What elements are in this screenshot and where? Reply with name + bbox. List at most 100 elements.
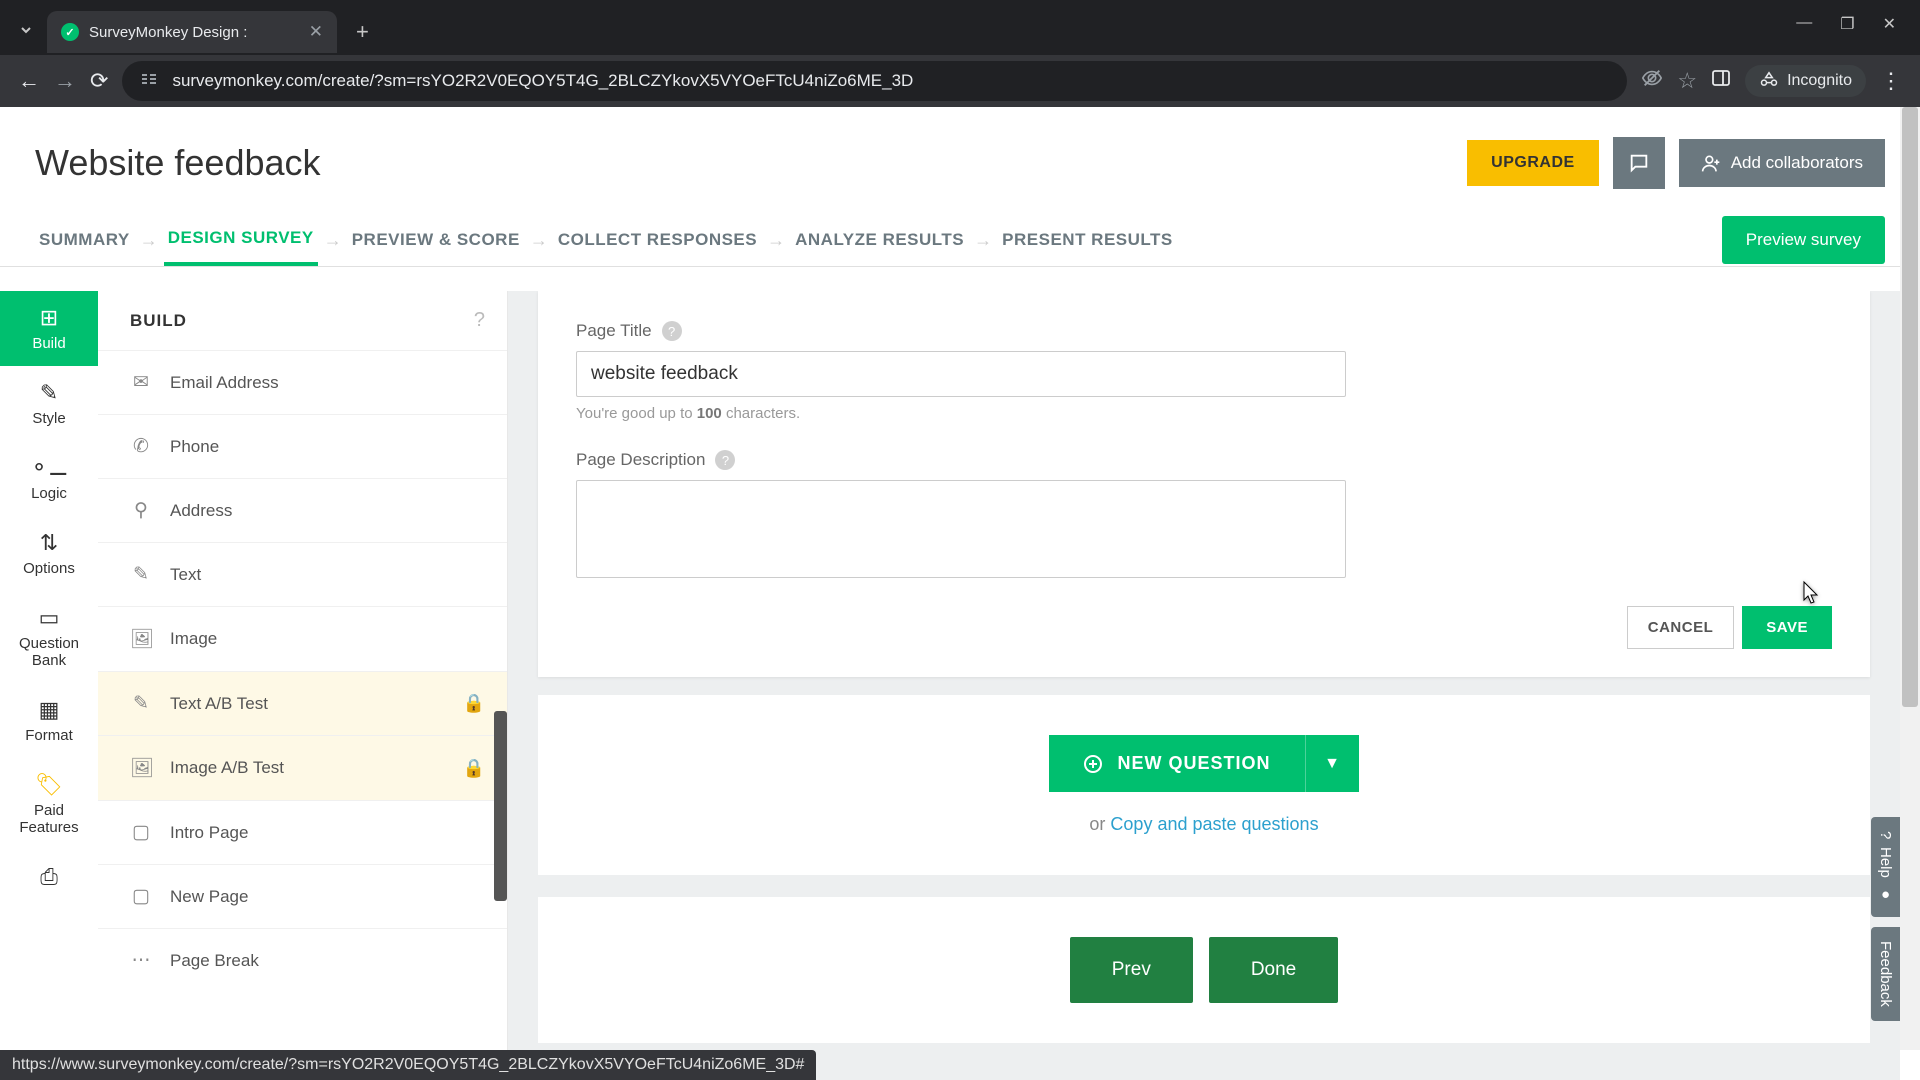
- page-scrollbar[interactable]: [1900, 107, 1920, 1050]
- rail-print[interactable]: ⎙: [0, 850, 98, 904]
- back-icon[interactable]: ←: [18, 68, 40, 94]
- image-icon: 🖼: [130, 627, 152, 651]
- workflow-nav: SUMMARY → DESIGN SURVEY → PREVIEW & SCOR…: [0, 214, 1920, 267]
- help-icon[interactable]: ?: [715, 450, 735, 470]
- build-item-email[interactable]: ✉Email Address: [98, 350, 507, 414]
- save-button[interactable]: SAVE: [1742, 606, 1832, 649]
- style-icon: ✎: [40, 380, 58, 406]
- rail-style[interactable]: ✎Style: [0, 366, 98, 441]
- rail-logic[interactable]: ⚬⚊Logic: [0, 441, 98, 516]
- page-edit-card: Page Title? You're good up to 100 charac…: [538, 291, 1870, 677]
- build-item-new-page[interactable]: ▢New Page: [98, 864, 507, 928]
- add-collaborators-button[interactable]: Add collaborators: [1679, 139, 1885, 187]
- left-rail: ⊞Build ✎Style ⚬⚊Logic ⇅Options ▭Question…: [0, 291, 98, 1080]
- upgrade-button[interactable]: UPGRADE: [1467, 140, 1599, 186]
- help-side-tab[interactable]: ? Help ●: [1871, 817, 1900, 917]
- logic-icon: ⚬⚊: [30, 455, 68, 481]
- comments-button[interactable]: [1613, 137, 1665, 189]
- new-question-dropdown[interactable]: ▼: [1305, 735, 1359, 792]
- page-description-input[interactable]: [576, 480, 1346, 578]
- build-item-text-ab[interactable]: ✎Text A/B Test🔒: [98, 671, 507, 735]
- url-text: surveymonkey.com/create/?sm=rsYO2R2V0EQO…: [172, 71, 913, 91]
- page-description-label: Page Description?: [576, 450, 1832, 470]
- build-item-image[interactable]: 🖼Image: [98, 606, 507, 671]
- chevron-right-icon: →: [140, 230, 158, 251]
- address-bar: ← → ⟳ surveymonkey.com/create/?sm=rsYO2R…: [0, 55, 1920, 107]
- help-icon[interactable]: ?: [662, 321, 682, 341]
- preview-survey-button[interactable]: Preview survey: [1722, 216, 1885, 264]
- build-item-phone[interactable]: ✆Phone: [98, 414, 507, 478]
- close-tab-icon[interactable]: ✕: [309, 22, 323, 42]
- incognito-badge[interactable]: Incognito: [1745, 65, 1866, 97]
- paid-icon: 🏷: [35, 772, 63, 798]
- build-item-text[interactable]: ✎Text: [98, 542, 507, 606]
- tab-collect-responses[interactable]: COLLECT RESPONSES: [554, 216, 761, 264]
- forward-icon: →: [54, 68, 76, 94]
- site-settings-icon[interactable]: [140, 70, 158, 93]
- new-page-icon: ▢: [130, 885, 152, 908]
- address-icon: ⚲: [130, 499, 152, 522]
- survey-title[interactable]: Website feedback: [35, 142, 321, 184]
- surveymonkey-favicon-icon: ✓: [61, 23, 79, 41]
- tab-analyze-results[interactable]: ANALYZE RESULTS: [791, 216, 968, 264]
- rail-build[interactable]: ⊞Build: [0, 291, 98, 366]
- text-icon: ✎: [130, 563, 152, 586]
- cancel-button[interactable]: CANCEL: [1627, 606, 1735, 649]
- build-icon: ⊞: [40, 305, 58, 331]
- page-title-input[interactable]: [576, 351, 1346, 397]
- add-user-icon: [1701, 153, 1721, 173]
- prev-button[interactable]: Prev: [1070, 937, 1193, 1003]
- tab-present-results[interactable]: PRESENT RESULTS: [998, 216, 1177, 264]
- build-item-image-ab[interactable]: 🖼Image A/B Test🔒: [98, 735, 507, 800]
- plus-circle-icon: [1083, 754, 1103, 774]
- incognito-icon: [1759, 71, 1779, 91]
- editor-canvas: Page Title? You're good up to 100 charac…: [508, 291, 1900, 1080]
- url-field[interactable]: surveymonkey.com/create/?sm=rsYO2R2V0EQO…: [122, 61, 1627, 101]
- survey-header: Website feedback UPGRADE Add collaborato…: [0, 107, 1920, 214]
- maximize-icon[interactable]: ❐: [1840, 14, 1854, 34]
- help-icon[interactable]: ?: [474, 309, 485, 332]
- tab-summary[interactable]: SUMMARY: [35, 216, 134, 264]
- build-item-page-break[interactable]: ⋯Page Break: [98, 928, 507, 992]
- tab-preview-score[interactable]: PREVIEW & SCORE: [348, 216, 524, 264]
- new-tab-button[interactable]: +: [342, 19, 383, 45]
- phone-icon: ✆: [130, 435, 152, 458]
- build-panel-scrollbar[interactable]: [494, 711, 507, 901]
- bookmark-star-icon[interactable]: ☆: [1677, 68, 1697, 94]
- format-icon: ▦: [39, 697, 60, 723]
- rail-question-bank[interactable]: ▭Question Bank: [0, 591, 98, 683]
- reload-icon[interactable]: ⟳: [90, 68, 108, 94]
- eye-off-icon[interactable]: [1641, 67, 1663, 95]
- rail-paid-features[interactable]: 🏷Paid Features: [0, 758, 98, 850]
- done-button[interactable]: Done: [1209, 937, 1338, 1003]
- side-panel-icon[interactable]: [1711, 68, 1731, 94]
- feedback-side-tab[interactable]: Feedback: [1871, 927, 1900, 1021]
- close-window-icon[interactable]: ✕: [1883, 14, 1896, 34]
- chrome-menu-icon[interactable]: ⋮: [1880, 68, 1902, 94]
- text-ab-icon: ✎: [130, 692, 152, 715]
- page-content: Website feedback UPGRADE Add collaborato…: [0, 107, 1920, 1080]
- page-break-icon: ⋯: [130, 949, 152, 972]
- minimize-icon[interactable]: —: [1796, 14, 1812, 34]
- print-icon: ⎙: [40, 864, 58, 890]
- copy-paste-link[interactable]: Copy and paste questions: [1110, 814, 1318, 834]
- chevron-right-icon: →: [324, 230, 342, 251]
- browser-tab[interactable]: ✓ SurveyMonkey Design : ✕: [47, 11, 337, 53]
- rail-format[interactable]: ▦Format: [0, 683, 98, 758]
- build-panel: BUILD ? ✉Email Address ✆Phone ⚲Address ✎…: [98, 291, 508, 1080]
- add-question-section: NEW QUESTION ▼ or Copy and paste questio…: [538, 695, 1870, 875]
- tab-search-dropdown[interactable]: [10, 14, 42, 51]
- build-item-address[interactable]: ⚲Address: [98, 478, 507, 542]
- tab-design-survey[interactable]: DESIGN SURVEY: [164, 214, 318, 266]
- chevron-right-icon: →: [974, 230, 992, 251]
- page-nav-section: Prev Done: [538, 897, 1870, 1043]
- copy-paste-text: or Copy and paste questions: [538, 814, 1870, 835]
- status-bar: https://www.surveymonkey.com/create/?sm=…: [0, 1050, 816, 1080]
- email-icon: ✉: [130, 371, 152, 394]
- rail-options[interactable]: ⇅Options: [0, 516, 98, 591]
- char-count-hint: You're good up to 100 characters.: [576, 405, 1832, 422]
- new-question-button[interactable]: NEW QUESTION: [1049, 735, 1304, 792]
- build-item-intro-page[interactable]: ▢Intro Page: [98, 800, 507, 864]
- build-panel-title: BUILD: [130, 311, 187, 331]
- question-bank-icon: ▭: [39, 605, 60, 631]
